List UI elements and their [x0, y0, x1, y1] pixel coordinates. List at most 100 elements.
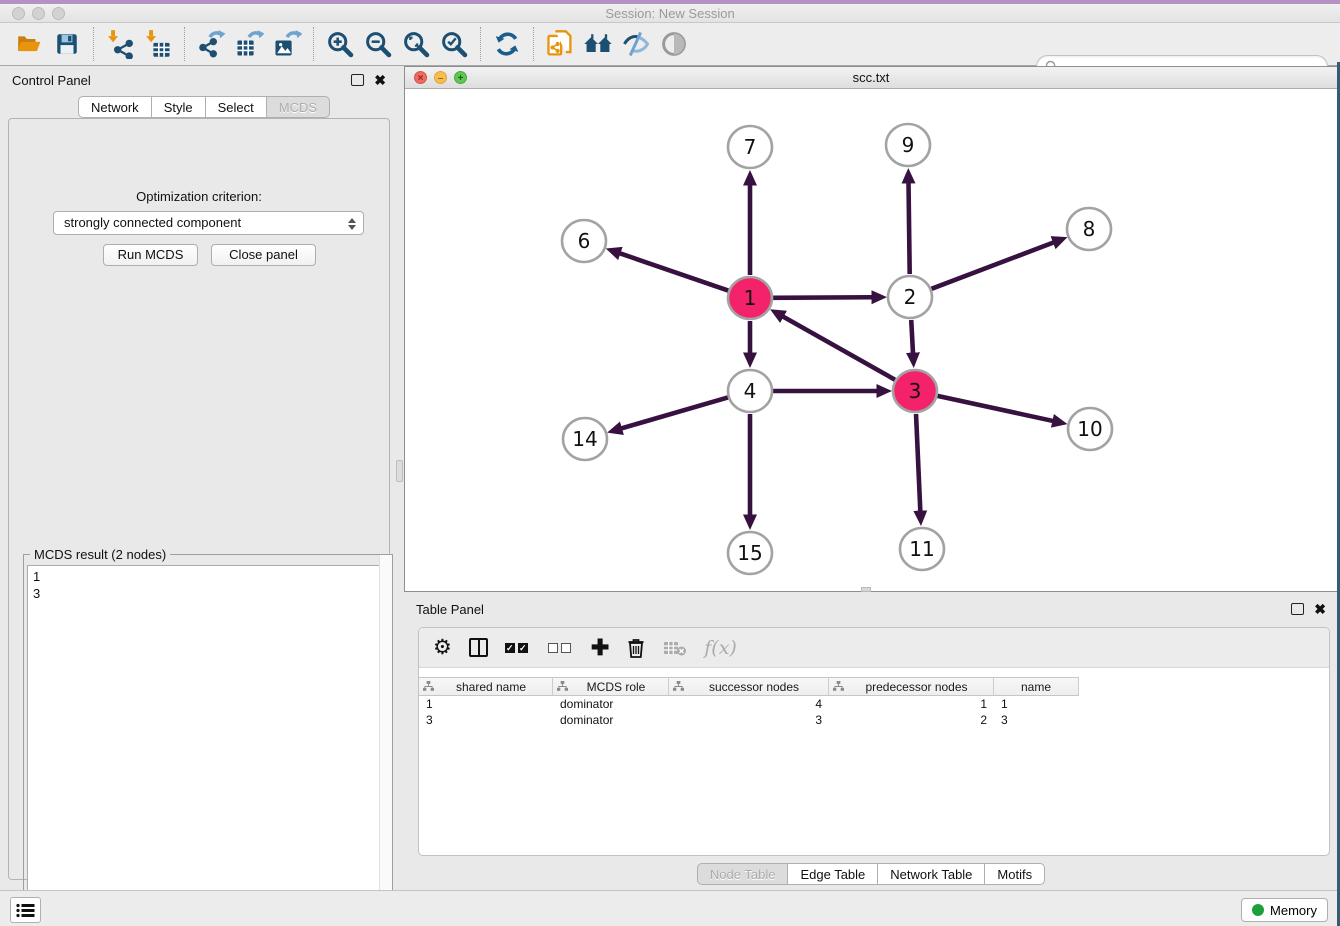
- attribute-tree-icon: [833, 681, 844, 692]
- toolbar-separator: [533, 27, 534, 61]
- tab-network[interactable]: Network: [78, 96, 152, 118]
- edge-3-10[interactable]: [937, 396, 1052, 421]
- table-toolbar: ⚙ ✓✓ ✚ f(x): [419, 628, 1329, 668]
- close-window-icon[interactable]: [12, 7, 25, 20]
- node-label-9: 9: [902, 133, 915, 157]
- table-cell[interactable]: dominator: [553, 696, 669, 712]
- criterion-select[interactable]: strongly connected component: [53, 211, 364, 235]
- column-header-successor-nodes[interactable]: successor nodes: [669, 677, 829, 696]
- open-folder-icon[interactable]: [10, 26, 48, 62]
- criterion-value: strongly connected component: [64, 215, 241, 230]
- column-header-name[interactable]: name: [994, 677, 1079, 696]
- panel-splitter-handle[interactable]: [396, 460, 403, 482]
- window-top-accent: [0, 0, 1340, 4]
- new-network-from-selection-icon[interactable]: [541, 26, 579, 62]
- tab-mcds[interactable]: MCDS: [266, 96, 330, 118]
- table-cell[interactable]: 3: [994, 712, 1079, 728]
- zoom-fit-icon[interactable]: [397, 26, 435, 62]
- edge-4-14[interactable]: [621, 397, 727, 428]
- table-cell[interactable]: dominator: [553, 712, 669, 728]
- export-table-icon[interactable]: [230, 26, 268, 62]
- run-mcds-button[interactable]: Run MCDS: [103, 244, 198, 266]
- zoom-in-icon[interactable]: [321, 26, 359, 62]
- table-cell[interactable]: 1: [994, 696, 1079, 712]
- main-toolbar: [0, 23, 1340, 66]
- mcds-panel: Optimization criterion: strongly connect…: [8, 118, 390, 880]
- minimize-view-icon[interactable]: –: [434, 71, 447, 84]
- float-table-panel-icon[interactable]: [1291, 603, 1304, 615]
- maximize-view-icon[interactable]: +: [454, 71, 467, 84]
- zoom-window-icon[interactable]: [52, 7, 65, 20]
- task-history-button[interactable]: [10, 897, 41, 923]
- refresh-layout-icon[interactable]: [488, 26, 526, 62]
- edge-1-6[interactable]: [620, 253, 728, 290]
- status-bar: Memory: [0, 890, 1340, 926]
- table-cell[interactable]: 3: [669, 712, 829, 728]
- home-icon[interactable]: [579, 26, 617, 62]
- mcds-result-text[interactable]: 1 3: [27, 565, 389, 922]
- node-label-15: 15: [737, 541, 762, 565]
- table-cell[interactable]: 3: [419, 712, 553, 728]
- edge-3-1[interactable]: [783, 317, 895, 380]
- close-panel-icon[interactable]: ✖: [374, 74, 386, 86]
- save-icon[interactable]: [48, 26, 86, 62]
- tab-node-table[interactable]: Node Table: [697, 863, 789, 885]
- close-panel-button[interactable]: Close panel: [211, 244, 316, 266]
- node-label-14: 14: [572, 427, 597, 451]
- edge-2-8[interactable]: [932, 242, 1054, 288]
- column-header-shared-name[interactable]: shared name: [419, 677, 553, 696]
- table-panel-tabs: Node TableEdge TableNetwork TableMotifs: [404, 863, 1338, 885]
- zoom-out-icon[interactable]: [359, 26, 397, 62]
- tab-network-table[interactable]: Network Table: [877, 863, 985, 885]
- import-network-icon[interactable]: [101, 26, 139, 62]
- tab-edge-table[interactable]: Edge Table: [787, 863, 878, 885]
- table-row[interactable]: 1dominator411: [419, 696, 1329, 712]
- toolbar-separator: [313, 27, 314, 61]
- node-label-3: 3: [909, 379, 922, 403]
- table-row[interactable]: 3dominator323: [419, 712, 1329, 728]
- list-icon: [16, 903, 35, 918]
- canvas-splitter-handle[interactable]: [861, 587, 871, 592]
- hide-selected-icon[interactable]: [617, 26, 655, 62]
- show-column-icon[interactable]: [469, 636, 488, 660]
- node-label-11: 11: [909, 537, 934, 561]
- attribute-tree-icon: [673, 681, 684, 692]
- table-cell[interactable]: 1: [419, 696, 553, 712]
- edge-1-2[interactable]: [773, 297, 872, 298]
- deselect-all-checkboxes-icon[interactable]: [548, 636, 574, 660]
- close-table-panel-icon[interactable]: ✖: [1314, 603, 1326, 615]
- memory-button[interactable]: Memory: [1241, 898, 1328, 922]
- network-view-title: scc.txt: [405, 67, 1337, 89]
- tab-style[interactable]: Style: [151, 96, 206, 118]
- table-cell[interactable]: 4: [669, 696, 829, 712]
- attribute-tree-icon: [423, 681, 434, 692]
- table-header-row: shared nameMCDS rolesuccessor nodesprede…: [419, 677, 1329, 696]
- table-cell[interactable]: 1: [829, 696, 994, 712]
- add-column-icon[interactable]: ✚: [591, 636, 609, 660]
- table-options-gear-icon[interactable]: ⚙: [433, 636, 452, 660]
- column-header-predecessor-nodes[interactable]: predecessor nodes: [829, 677, 994, 696]
- column-header-MCDS-role[interactable]: MCDS role: [553, 677, 669, 696]
- tab-select[interactable]: Select: [205, 96, 267, 118]
- delete-column-icon[interactable]: [626, 636, 646, 660]
- minimize-window-icon[interactable]: [32, 7, 45, 20]
- select-all-checkboxes-icon[interactable]: ✓✓: [505, 636, 531, 660]
- result-scrollbar[interactable]: [379, 555, 392, 925]
- mcds-result-group: MCDS result (2 nodes) 1 3: [23, 554, 393, 926]
- export-network-icon[interactable]: [192, 26, 230, 62]
- import-table-icon[interactable]: [139, 26, 177, 62]
- close-view-icon[interactable]: ×: [414, 71, 427, 84]
- node-label-2: 2: [904, 285, 917, 309]
- table-body: 1dominator4113dominator323: [419, 696, 1329, 728]
- float-panel-icon[interactable]: [351, 74, 364, 86]
- export-image-icon[interactable]: [268, 26, 306, 62]
- edge-2-3[interactable]: [911, 320, 913, 353]
- network-window-titlebar[interactable]: × – + scc.txt: [405, 67, 1337, 89]
- show-disabled-icon[interactable]: [655, 26, 693, 62]
- network-graph-canvas[interactable]: 7968124314101511: [405, 89, 1337, 591]
- edge-2-9[interactable]: [909, 183, 910, 274]
- edge-3-11[interactable]: [916, 414, 920, 511]
- zoom-selected-icon[interactable]: [435, 26, 473, 62]
- tab-motifs[interactable]: Motifs: [984, 863, 1045, 885]
- table-cell[interactable]: 2: [829, 712, 994, 728]
